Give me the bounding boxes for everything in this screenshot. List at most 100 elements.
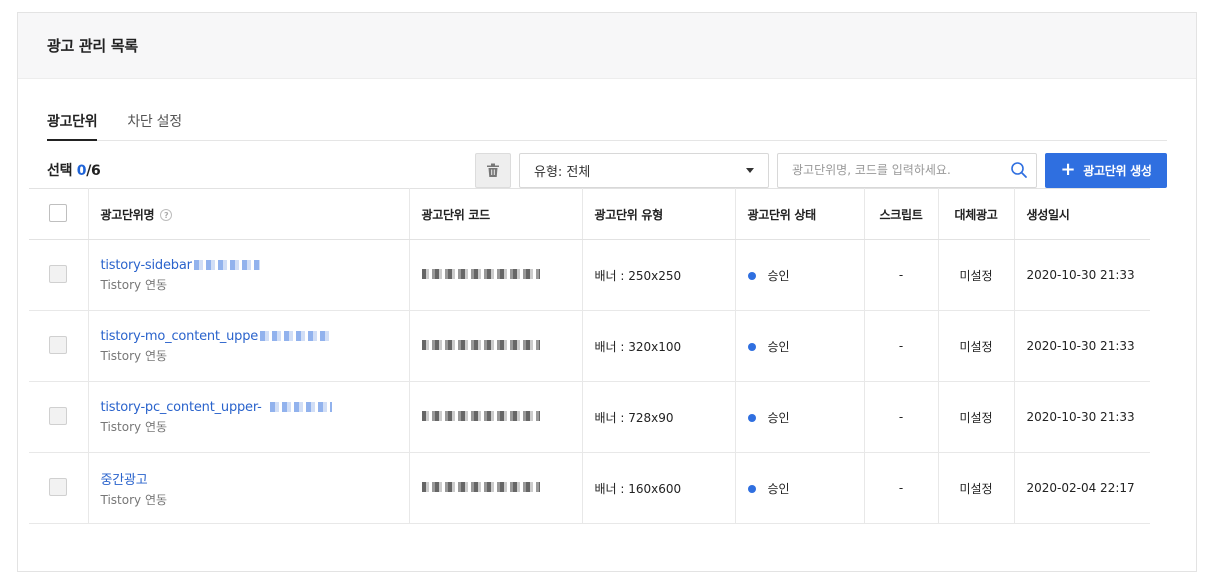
chevron-down-icon [746, 167, 754, 173]
redacted-code [421, 269, 540, 279]
status-label: 승인 [767, 481, 790, 496]
plus-icon: + [1060, 159, 1076, 180]
status-dot-icon [747, 272, 756, 280]
type-filter-select[interactable]: 유형: 전체 [519, 152, 769, 188]
script-cell: - [864, 239, 939, 311]
created-cell: 2020-10-30 21:33 [1014, 239, 1150, 311]
code-cell [409, 381, 583, 453]
table-header-row: 광고단위명? 광고단위 코드 광고단위 유형 광고단위 상태 스크립트 대체광고… [29, 188, 1150, 240]
selection-label: 선택 [47, 163, 77, 179]
row-select-cell [29, 381, 89, 453]
trash-icon [487, 163, 499, 177]
ad-unit-name-link[interactable]: tistory-sidebar [101, 258, 397, 273]
code-cell [409, 310, 583, 382]
created-cell: 2020-10-30 21:33 [1014, 310, 1150, 382]
ad-unit-name-link[interactable]: tistory-mo_content_uppe [101, 329, 397, 344]
page-title: 광고 관리 목록 [47, 37, 138, 55]
table-row: tistory-pc_content_upper- Tistory 연동 배너 … [29, 381, 1150, 453]
ad-unit-name: tistory-sidebar [100, 257, 192, 273]
ad-unit-source: Tistory 연동 [100, 277, 168, 292]
create-ad-unit-button[interactable]: + 광고단위 생성 [1045, 152, 1167, 188]
header-fallback: 대체광고 [938, 188, 1015, 240]
create-ad-unit-label: 광고단위 생성 [1083, 163, 1152, 178]
row-select-cell [29, 310, 89, 382]
status-cell: 승인 [735, 239, 865, 311]
ad-unit-source: Tistory 연동 [100, 348, 168, 363]
row-select-cell [29, 452, 89, 524]
select-all-cell [29, 188, 89, 240]
panel-header: 광고 관리 목록 [18, 13, 1196, 79]
redacted-text [269, 402, 332, 412]
row-checkbox[interactable] [49, 335, 68, 354]
table-row: tistory-sidebar Tistory 연동 배너 : 250x250 … [29, 239, 1150, 311]
header-code: 광고단위 코드 [409, 188, 583, 240]
created-cell: 2020-02-04 22:17 [1014, 452, 1150, 524]
script-cell: - [864, 310, 939, 382]
header-created: 생성일시 [1014, 188, 1150, 240]
name-cell: tistory-pc_content_upper- Tistory 연동 [88, 381, 410, 453]
fallback-cell: 미설정 [938, 239, 1015, 311]
redacted-text [193, 260, 260, 270]
name-cell: tistory-sidebar Tistory 연동 [88, 239, 410, 311]
redacted-text [260, 331, 331, 341]
script-cell: - [864, 381, 939, 453]
tab-bar: 광고단위 차단 설정 [47, 101, 1167, 141]
ad-unit-name: tistory-pc_content_upper- [100, 399, 262, 415]
type-cell: 배너 : 320x100 [582, 310, 736, 382]
help-icon[interactable]: ? [160, 209, 173, 221]
row-select-cell [29, 239, 89, 311]
ad-unit-name: tistory-mo_content_uppe [100, 328, 259, 344]
header-name-label: 광고단위명 [100, 207, 155, 222]
toolbar-actions: 유형: 전체 + 광고단위 생성 [475, 152, 1167, 188]
type-cell: 배너 : 250x250 [582, 239, 736, 311]
selected-count: 0 [76, 163, 87, 179]
header-name: 광고단위명? [88, 188, 410, 240]
name-cell: tistory-mo_content_uppe Tistory 연동 [88, 310, 410, 382]
status-dot-icon [747, 485, 756, 493]
tab-block-settings[interactable]: 차단 설정 [127, 101, 182, 141]
fallback-cell: 미설정 [938, 310, 1015, 382]
redacted-code [421, 340, 540, 350]
row-checkbox[interactable] [49, 406, 68, 425]
status-label: 승인 [767, 268, 790, 283]
table-row: tistory-mo_content_uppe Tistory 연동 배너 : … [29, 310, 1150, 382]
redacted-code [421, 482, 540, 492]
row-checkbox[interactable] [49, 477, 68, 496]
selection-count: 선택 0/6 [47, 160, 101, 180]
tab-ad-units[interactable]: 광고단위 [47, 101, 98, 141]
header-script: 스크립트 [864, 188, 939, 240]
total-count: /6 [86, 163, 101, 179]
table-row: 중간광고 Tistory 연동 배너 : 160x600 승인 - 미설정 20… [29, 452, 1150, 524]
name-cell: 중간광고 Tistory 연동 [88, 452, 410, 524]
toolbar: 선택 0/6 유형: 전체 광고단위명, 코드를 입력하세요. + 광고단위 생… [47, 152, 1167, 188]
script-cell: - [864, 452, 939, 524]
fallback-cell: 미설정 [938, 381, 1015, 453]
type-cell: 배너 : 728x90 [582, 381, 736, 453]
row-checkbox[interactable] [49, 264, 68, 283]
search-icon[interactable] [1010, 161, 1028, 179]
redacted-code [421, 411, 540, 421]
type-cell: 배너 : 160x600 [582, 452, 736, 524]
ad-unit-name-link[interactable]: 중간광고 [101, 469, 397, 488]
select-all-checkbox[interactable] [49, 203, 68, 222]
header-type: 광고단위 유형 [582, 188, 736, 240]
ad-unit-name-link[interactable]: tistory-pc_content_upper- [101, 400, 397, 415]
type-filter-value: 유형: 전체 [534, 164, 591, 180]
status-cell: 승인 [735, 310, 865, 382]
status-label: 승인 [767, 339, 790, 354]
status-dot-icon [747, 343, 756, 351]
ad-unit-table: 광고단위명? 광고단위 코드 광고단위 유형 광고단위 상태 스크립트 대체광고… [29, 188, 1150, 524]
header-status: 광고단위 상태 [735, 188, 865, 240]
code-cell [409, 452, 583, 524]
delete-button[interactable] [475, 152, 511, 188]
status-cell: 승인 [735, 452, 865, 524]
search-input[interactable] [792, 163, 1010, 177]
code-cell [409, 239, 583, 311]
fallback-cell: 미설정 [938, 452, 1015, 524]
search-box [777, 152, 1037, 188]
status-cell: 승인 [735, 381, 865, 453]
ad-unit-source: Tistory 연동 [100, 419, 168, 434]
status-label: 승인 [767, 410, 790, 425]
status-dot-icon [747, 414, 756, 422]
created-cell: 2020-10-30 21:33 [1014, 381, 1150, 453]
